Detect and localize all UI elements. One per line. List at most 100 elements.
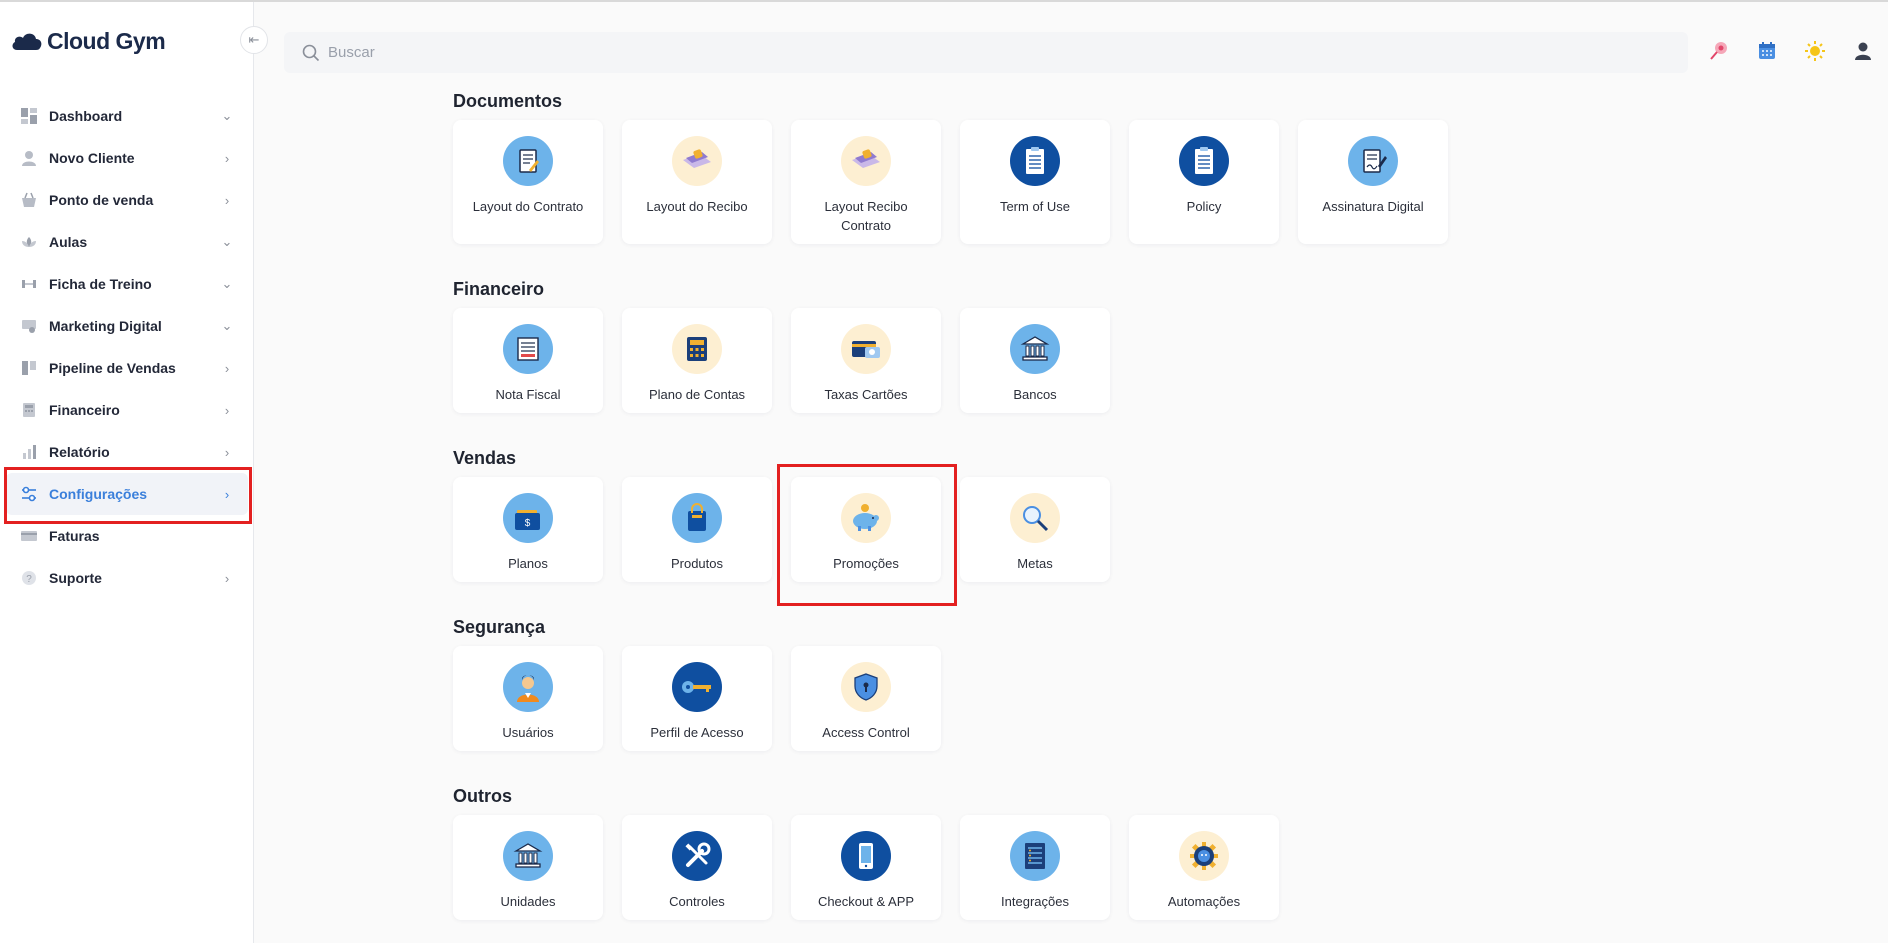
- bank-icon: [1010, 324, 1060, 374]
- card-layout-recibo-contrato[interactable]: Layout Recibo Contrato: [791, 120, 941, 244]
- card-label: Assinatura Digital: [1322, 199, 1424, 214]
- sidebar-item-ponto-de-venda[interactable]: Ponto de venda ›: [6, 179, 248, 221]
- chevron-right-icon: ›: [224, 570, 230, 586]
- card-label: Perfil de Acesso: [650, 725, 744, 740]
- card-assinatura-digital[interactable]: Assinatura Digital: [1298, 120, 1448, 244]
- phone-icon: [841, 831, 891, 881]
- card-integracoes[interactable]: Integrações: [960, 815, 1110, 920]
- card-planos[interactable]: $ Planos: [453, 477, 603, 582]
- chevron-right-icon: ›: [224, 444, 230, 460]
- chart-icon: [20, 443, 38, 461]
- chevron-right-icon: ›: [224, 150, 230, 166]
- card-produtos[interactable]: Produtos: [622, 477, 772, 582]
- logo-text: Cloud Gym: [47, 27, 166, 54]
- card-label: Controles: [669, 894, 725, 909]
- key-icon: [672, 662, 722, 712]
- svg-text:$: $: [525, 518, 531, 529]
- card-layout-do-recibo[interactable]: Layout do Recibo: [622, 120, 772, 244]
- pin-icon[interactable]: [1706, 38, 1732, 64]
- credit-card-icon: [841, 324, 891, 374]
- card-label: Taxas Cartões: [824, 387, 908, 402]
- person-icon: [503, 662, 553, 712]
- search-input[interactable]: [328, 44, 928, 61]
- card-access-control[interactable]: Access Control: [791, 646, 941, 751]
- section-title-financeiro: Financeiro: [453, 279, 545, 299]
- chevron-right-icon: ›: [224, 192, 230, 208]
- sidebar-item-pipeline-de-vendas[interactable]: Pipeline de Vendas ›: [6, 347, 248, 389]
- sidebar-item-configuracoes[interactable]: Configurações ›: [6, 473, 248, 515]
- sidebar-nav: Dashboard ⌄ Novo Cliente › Ponto de vend…: [6, 95, 248, 599]
- top-border: [0, 0, 1888, 2]
- help-icon: ?: [20, 569, 38, 587]
- card-unidades[interactable]: Unidades: [453, 815, 603, 920]
- sidebar-item-label: Pipeline de Vendas: [49, 360, 176, 376]
- sidebar-item-marketing-digital[interactable]: Marketing Digital ⌄: [6, 305, 248, 347]
- arrow-left-icon: ⇤: [248, 32, 260, 47]
- section-title-vendas: Vendas: [453, 448, 517, 468]
- card-plano-de-contas[interactable]: Plano de Contas: [622, 308, 772, 413]
- card-nota-fiscal[interactable]: Nota Fiscal: [453, 308, 603, 413]
- sun-icon[interactable]: [1802, 38, 1828, 64]
- pipeline-icon: [20, 359, 38, 377]
- card-perfil-de-acesso[interactable]: Perfil de Acesso: [622, 646, 772, 751]
- sidebar-item-novo-cliente[interactable]: Novo Cliente ›: [6, 137, 248, 179]
- sidebar-item-label: Suporte: [49, 570, 102, 586]
- sidebar-item-label: Ficha de Treino: [49, 276, 152, 292]
- card-metas[interactable]: Metas: [960, 477, 1110, 582]
- card-policy[interactable]: Policy: [1129, 120, 1279, 244]
- tools-icon: [672, 831, 722, 881]
- card-label: Layout Recibo Contrato: [824, 199, 908, 233]
- sidebar-item-suporte[interactable]: ? Suporte ›: [6, 557, 248, 599]
- section-documentos: Layout do Contrato Layout do Recibo Layo…: [453, 120, 1448, 244]
- chevron-right-icon: ›: [224, 360, 230, 376]
- sidebar-item-ficha-de-treino[interactable]: Ficha de Treino ⌄: [6, 263, 248, 305]
- card-checkout-app[interactable]: Checkout & APP: [791, 815, 941, 920]
- card-taxas-cartoes[interactable]: Taxas Cartões: [791, 308, 941, 413]
- card-label: Integrações: [1001, 894, 1069, 909]
- card-label: Policy: [1186, 199, 1222, 214]
- section-title-outros: Outros: [453, 786, 513, 806]
- logo[interactable]: Cloud Gym: [10, 26, 166, 56]
- user-icon: [20, 149, 38, 167]
- marketing-icon: [20, 317, 38, 335]
- section-vendas: $ Planos Produtos Promoções Metas: [453, 477, 1110, 582]
- card-label: Bancos: [1013, 387, 1057, 402]
- card-usuarios[interactable]: Usuários: [453, 646, 603, 751]
- card-label: Unidades: [500, 894, 556, 909]
- sidebar-item-label: Ponto de venda: [49, 192, 154, 208]
- card-label: Nota Fiscal: [495, 387, 561, 402]
- contract-icon: [503, 136, 553, 186]
- user-profile-icon[interactable]: [1850, 38, 1876, 64]
- sidebar-item-aulas[interactable]: Aulas ⌄: [6, 221, 248, 263]
- card-term-of-use[interactable]: Term of Use: [960, 120, 1110, 244]
- collapse-sidebar-button[interactable]: ⇤: [240, 26, 268, 54]
- sidebar: Cloud Gym Dashboard ⌄ Novo Cliente › Pon…: [0, 2, 254, 943]
- card-automacoes[interactable]: Automações: [1129, 815, 1279, 920]
- chevron-down-icon: ⌄: [221, 234, 233, 249]
- basket-icon: [20, 191, 38, 209]
- signature-icon: [1348, 136, 1398, 186]
- policy-icon: [1179, 136, 1229, 186]
- card-label: Checkout & APP: [817, 894, 915, 909]
- receipt-contract-icon: [841, 136, 891, 186]
- card-promocoes[interactable]: Promoções: [791, 477, 941, 582]
- card-controles[interactable]: Controles: [622, 815, 772, 920]
- sidebar-item-relatorio[interactable]: Relatório ›: [6, 431, 248, 473]
- card-label: Layout do Contrato: [472, 199, 584, 214]
- sidebar-item-label: Faturas: [49, 528, 100, 544]
- sidebar-item-faturas[interactable]: Faturas: [6, 515, 248, 557]
- card-icon: [20, 527, 38, 545]
- card-bancos[interactable]: Bancos: [960, 308, 1110, 413]
- sliders-icon: [20, 485, 38, 503]
- calendar-icon[interactable]: [1754, 38, 1780, 64]
- calculator-icon: [20, 401, 38, 419]
- sidebar-item-label: Novo Cliente: [49, 150, 135, 166]
- sidebar-item-dashboard[interactable]: Dashboard ⌄: [6, 95, 248, 137]
- chevron-right-icon: ›: [224, 486, 230, 502]
- search-bar[interactable]: [284, 32, 1688, 73]
- sidebar-item-financeiro[interactable]: Financeiro ›: [6, 389, 248, 431]
- header-actions: [1706, 38, 1876, 64]
- card-layout-do-contrato[interactable]: Layout do Contrato: [453, 120, 603, 244]
- calculator-icon: [672, 324, 722, 374]
- wallet-icon: $: [503, 493, 553, 543]
